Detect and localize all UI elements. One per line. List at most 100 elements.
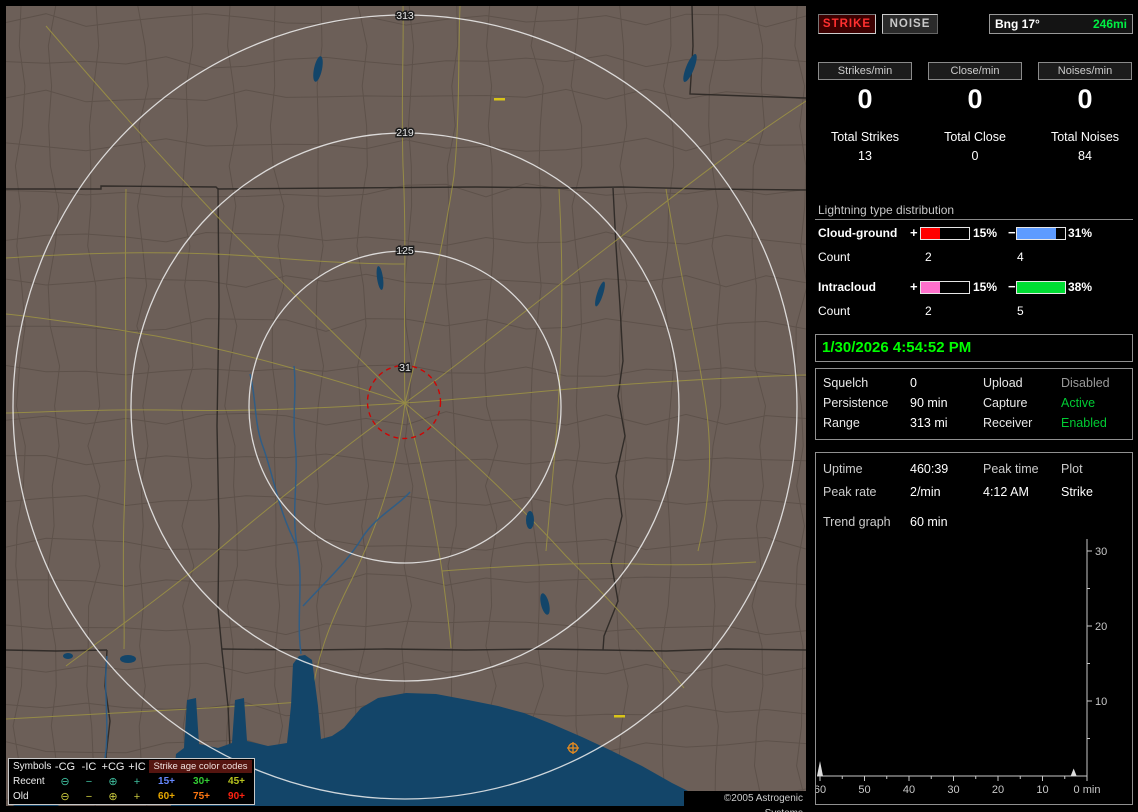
age-code: 75+ <box>193 791 210 802</box>
rate-values: 0 0 0 <box>818 84 1132 115</box>
persistence-label: Persistence <box>823 396 889 410</box>
range-label: Range <box>823 416 860 430</box>
squelch-value: 0 <box>910 376 917 390</box>
cloud-ground-count-row: Count 2 4 <box>812 250 1138 264</box>
map-canvas[interactable]: 313 219 125 31 <box>6 6 806 806</box>
svg-text:50: 50 <box>858 784 870 796</box>
cg-negative-pct: 31% <box>1068 226 1093 240</box>
legend-col-neg-cg: -CG <box>54 760 76 773</box>
legend-age-header: Strike age color codes <box>149 760 252 773</box>
lightning-map[interactable]: 313 219 125 31 <box>6 6 806 806</box>
stats-row: Trend graph 60 min <box>816 515 1132 531</box>
minus-sign: − <box>1008 225 1016 240</box>
intracloud-row: Intracloud + 15% − 38% <box>812 279 1138 294</box>
ic-negative-bar <box>1016 281 1066 294</box>
total-noises-label: Total Noises <box>1050 130 1120 144</box>
sidebar: STRIKE NOISE Bng 17° 246mi Strikes/min C… <box>812 0 1138 812</box>
count-label: Count <box>818 304 851 318</box>
trend-graph-label: Trend graph <box>823 515 891 529</box>
legend-col-pos-cg: +CG <box>101 760 125 773</box>
intracloud-label: Intracloud <box>818 280 877 294</box>
ic-positive-count: 2 <box>925 304 932 318</box>
cg-negative-count: 4 <box>1017 250 1024 264</box>
noises-per-min-label: Noises/min <box>1038 62 1132 80</box>
cloud-ground-label: Cloud-ground <box>818 226 898 240</box>
ring-label-125: 125 <box>396 245 414 257</box>
copyright: ©2005 Astrogenic Systems <box>684 791 806 812</box>
pos-ic-icon: + <box>133 775 141 788</box>
close-per-min-label: Close/min <box>928 62 1022 80</box>
svg-text:20: 20 <box>992 784 1004 796</box>
svg-text:30: 30 <box>1095 546 1107 558</box>
stats-panel: Uptime 460:39 Peak time Plot Peak rate 2… <box>815 452 1133 805</box>
close-per-min-value: 0 <box>967 84 983 114</box>
count-label: Count <box>818 250 851 264</box>
minus-sign: − <box>1008 279 1016 294</box>
upload-label: Upload <box>983 376 1023 390</box>
total-close-value: 0 <box>971 149 979 163</box>
neg-cg-icon: ⊖ <box>60 775 70 788</box>
neg-ic-icon: − <box>85 775 93 788</box>
settings-row: Persistence 90 min Capture Active <box>816 396 1132 412</box>
stormvue-app: 313 219 125 31 Symbols -CG -IC +CG +IC S… <box>0 0 1138 812</box>
intracloud-count-row: Count 2 5 <box>812 304 1138 318</box>
peak-time-value: 4:12 AM <box>983 485 1029 499</box>
cg-negative-bar <box>1016 227 1066 240</box>
svg-text:30: 30 <box>947 784 959 796</box>
ring-label-219: 219 <box>396 127 414 139</box>
plus-sign: + <box>910 279 918 294</box>
ring-label-313: 313 <box>396 10 414 22</box>
settings-panel: Squelch 0 Upload Disabled Persistence 90… <box>815 368 1133 440</box>
uptime-value: 460:39 <box>910 462 949 476</box>
age-code: 30+ <box>193 776 210 787</box>
noises-per-min-value: 0 <box>1077 84 1093 114</box>
settings-row: Squelch 0 Upload Disabled <box>816 376 1132 392</box>
bearing-panel: Bng 17° 246mi <box>989 14 1133 34</box>
stats-row: Peak rate 2/min 4:12 AM Strike <box>816 485 1132 501</box>
legend-row-recent-label: Recent <box>13 776 45 787</box>
neg-cg-icon: ⊖ <box>60 790 70 803</box>
settings-row: Range 313 mi Receiver Enabled <box>816 416 1132 432</box>
ic-positive-bar <box>920 281 970 294</box>
pos-ic-icon: + <box>133 790 141 803</box>
plot-value: Strike <box>1061 485 1093 499</box>
strike-symbol-neg-ic <box>494 98 505 101</box>
trend-graph-window: 60 min <box>910 515 948 529</box>
cg-positive-count: 2 <box>925 250 932 264</box>
capture-status: Active <box>1061 396 1096 410</box>
total-strikes-label: Total Strikes <box>830 130 900 144</box>
legend-symbols-header: Symbols <box>13 761 52 772</box>
svg-text:10: 10 <box>1095 696 1107 708</box>
cg-positive-pct: 15% <box>973 226 998 240</box>
strike-symbol-neg-ic <box>614 715 625 718</box>
peak-rate-label: Peak rate <box>823 485 877 499</box>
datetime-panel: 1/30/2026 4:54:52 PM <box>815 334 1133 362</box>
total-close-label: Total Close <box>944 130 1006 144</box>
receiver-label: Receiver <box>983 416 1033 430</box>
map-legend: Symbols -CG -IC +CG +IC Strike age color… <box>8 758 255 805</box>
strikes-per-min-label: Strikes/min <box>818 62 912 80</box>
ring-label-31: 31 <box>399 362 411 374</box>
age-code: 60+ <box>158 791 175 802</box>
totals-labels: Total Strikes Total Close Total Noises <box>818 130 1132 144</box>
svg-text:20: 20 <box>1095 621 1107 633</box>
bearing-range-value: 246mi <box>1092 17 1127 31</box>
range-value: 313 mi <box>910 416 948 430</box>
distribution-title: Lightning type distribution <box>818 203 955 217</box>
divider <box>815 219 1133 220</box>
svg-text:0 min: 0 min <box>1074 784 1101 796</box>
age-code: 90+ <box>228 791 245 802</box>
total-strikes-value: 13 <box>858 149 872 163</box>
age-code: 45+ <box>228 776 245 787</box>
age-code: 15+ <box>158 776 175 787</box>
cloud-ground-row: Cloud-ground + 15% − 31% <box>812 225 1138 240</box>
uptime-label: Uptime <box>823 462 863 476</box>
peak-rate-value: 2/min <box>910 485 941 499</box>
ic-negative-pct: 38% <box>1068 280 1093 294</box>
plus-sign: + <box>910 225 918 240</box>
strike-button[interactable]: STRIKE <box>818 14 876 34</box>
noise-button[interactable]: NOISE <box>882 14 938 34</box>
display-mode-toolbar: STRIKE NOISE Bng 17° 246mi <box>818 14 1133 34</box>
ic-negative-count: 5 <box>1017 304 1024 318</box>
plot-label: Plot <box>1061 462 1083 476</box>
